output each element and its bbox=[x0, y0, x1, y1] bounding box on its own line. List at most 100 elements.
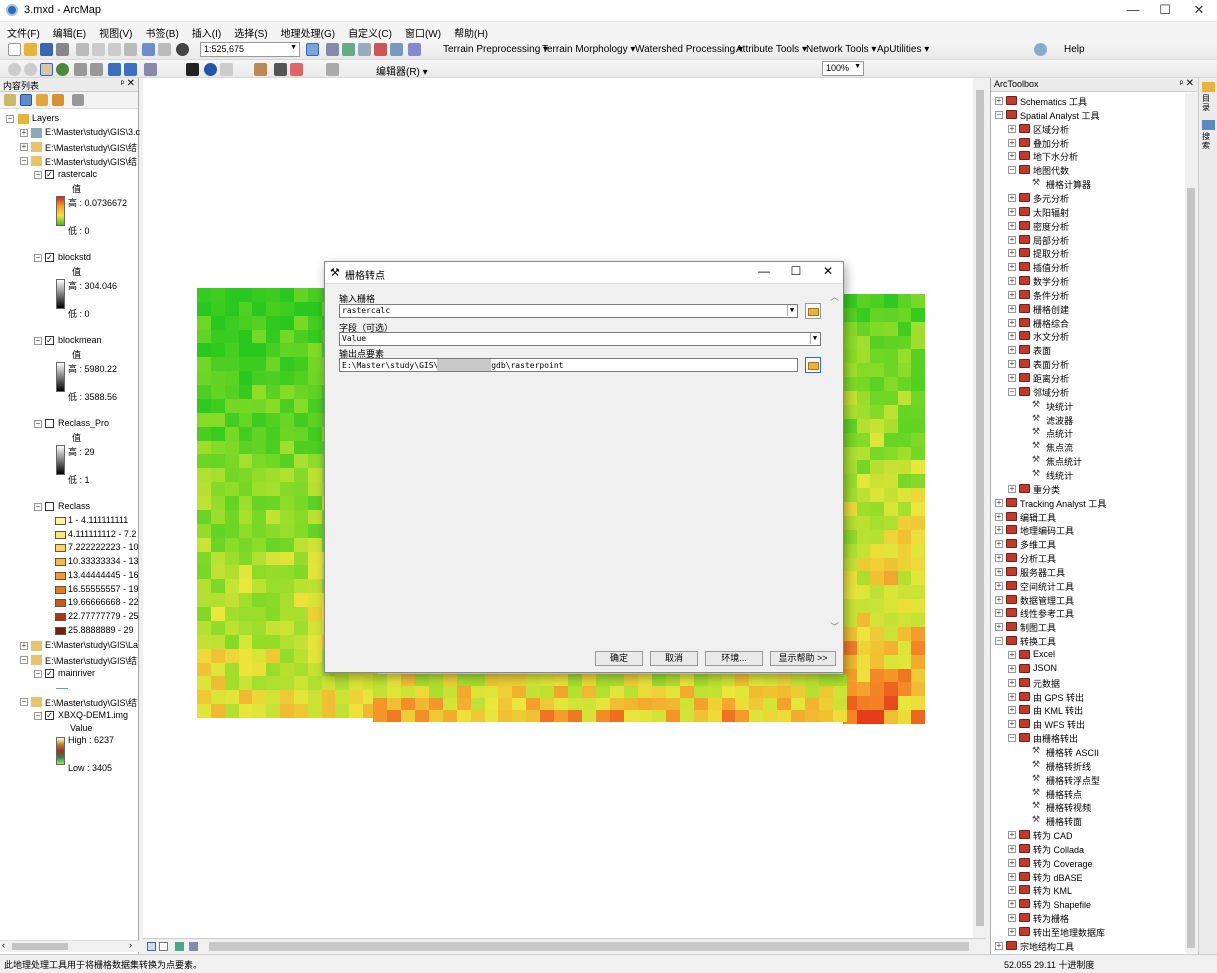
expand-icon[interactable]: + bbox=[1008, 692, 1016, 701]
measure-icon[interactable] bbox=[254, 63, 267, 76]
expand-icon[interactable]: + bbox=[1008, 844, 1016, 853]
expand-icon[interactable]: + bbox=[995, 941, 1003, 950]
collapse-icon[interactable]: − bbox=[1008, 166, 1016, 175]
expand-icon[interactable]: + bbox=[1008, 318, 1016, 327]
expand-icon[interactable]: + bbox=[1008, 263, 1016, 272]
collapse-icon[interactable]: − bbox=[6, 115, 14, 123]
expand-icon[interactable]: + bbox=[1008, 124, 1016, 133]
expand-icon[interactable]: + bbox=[1008, 831, 1016, 840]
expand-icon[interactable]: + bbox=[1008, 886, 1016, 895]
collapse-icon[interactable]: − bbox=[34, 712, 42, 720]
expand-icon[interactable]: + bbox=[995, 595, 1003, 604]
expand-icon[interactable]: + bbox=[1008, 249, 1016, 258]
copy-icon[interactable] bbox=[92, 43, 105, 56]
menu-item-0[interactable]: 文件(F) bbox=[0, 22, 46, 40]
collapse-icon[interactable]: − bbox=[34, 420, 42, 428]
pin-icon[interactable]: ᵖ bbox=[121, 78, 124, 88]
expand-icon[interactable]: + bbox=[1008, 193, 1016, 202]
pan-hand-icon[interactable] bbox=[40, 63, 53, 76]
collapse-icon[interactable]: − bbox=[20, 698, 28, 706]
toc-close-icon[interactable]: ✕ bbox=[127, 78, 135, 89]
fixed-zoom-out-icon[interactable] bbox=[90, 63, 103, 76]
pin-icon[interactable]: ᵖ bbox=[1180, 78, 1183, 88]
layer-visibility-checkbox[interactable]: ✓ bbox=[45, 669, 54, 678]
scroll-right-icon[interactable]: › bbox=[129, 940, 132, 950]
extension-toolbar-menu-1[interactable]: Terrain Morphology ▾ bbox=[542, 44, 635, 55]
collapse-icon[interactable]: − bbox=[34, 503, 42, 511]
identify-icon[interactable] bbox=[204, 63, 217, 76]
collapse-icon[interactable]: − bbox=[1008, 387, 1016, 396]
menu-item-3[interactable]: 书签(B) bbox=[138, 22, 184, 40]
layer-visibility-checkbox[interactable]: ✓ bbox=[45, 170, 54, 179]
scroll-thumb[interactable] bbox=[1187, 188, 1195, 948]
expand-icon[interactable]: + bbox=[995, 498, 1003, 507]
chevron-down-icon[interactable]: ▼ bbox=[787, 305, 796, 316]
expand-icon[interactable]: + bbox=[1008, 332, 1016, 341]
layout-zoom-combo[interactable]: 100% ▼ bbox=[822, 61, 864, 76]
expand-icon[interactable]: + bbox=[1008, 346, 1016, 355]
python-icon[interactable] bbox=[390, 43, 403, 56]
ok-button[interactable]: 确定 bbox=[595, 651, 643, 666]
extension-toolbar-menu-0[interactable]: Terrain Preprocessing ▾ bbox=[443, 44, 548, 55]
scroll-thumb[interactable] bbox=[12, 943, 68, 950]
layer-visibility-checkbox[interactable] bbox=[45, 502, 54, 511]
expand-icon[interactable]: + bbox=[1008, 304, 1016, 313]
expand-icon[interactable]: + bbox=[1008, 360, 1016, 369]
menu-item-8[interactable]: 窗口(W) bbox=[398, 22, 447, 40]
time-slider-icon[interactable] bbox=[326, 63, 339, 76]
dialog-minimize-button[interactable]: — bbox=[749, 264, 779, 278]
menu-item-5[interactable]: 选择(S) bbox=[227, 22, 273, 40]
dialog-scrollbar[interactable]: ︿ ﹀ bbox=[830, 290, 840, 632]
layer-visibility-checkbox[interactable]: ✓ bbox=[45, 253, 54, 262]
scroll-left-icon[interactable]: ‹ bbox=[2, 940, 5, 950]
menu-item-1[interactable]: 编辑(E) bbox=[46, 22, 92, 40]
delete-icon[interactable] bbox=[124, 43, 137, 56]
layer-visibility-checkbox[interactable]: ✓ bbox=[45, 711, 54, 720]
show-help-button[interactable]: 显示帮助 >> bbox=[770, 651, 836, 666]
catalog-tab[interactable]: 目录 bbox=[1202, 94, 1214, 112]
expand-icon[interactable]: + bbox=[995, 567, 1003, 576]
collapse-icon[interactable]: − bbox=[34, 337, 42, 345]
expand-icon[interactable]: + bbox=[1008, 928, 1016, 936]
zoom-in-icon[interactable] bbox=[8, 63, 21, 76]
expand-icon[interactable]: + bbox=[995, 554, 1003, 563]
collapse-icon[interactable]: − bbox=[34, 171, 42, 179]
forward-extent-icon[interactable] bbox=[124, 63, 137, 76]
extension-toolbar-menu-5[interactable]: ApUtilities ▾ bbox=[877, 44, 929, 55]
expand-icon[interactable]: + bbox=[1008, 374, 1016, 382]
search-window-icon[interactable] bbox=[358, 43, 371, 56]
expand-icon[interactable]: + bbox=[1008, 651, 1016, 659]
layout-view-icon[interactable] bbox=[159, 942, 168, 951]
expand-icon[interactable]: + bbox=[1008, 720, 1016, 729]
map-horizontal-scrollbar[interactable] bbox=[209, 942, 969, 951]
browse-output-folder-icon[interactable] bbox=[805, 357, 821, 373]
zoom-out-icon[interactable] bbox=[24, 63, 37, 76]
map-vertical-scrollbar[interactable] bbox=[974, 78, 986, 938]
back-extent-icon[interactable] bbox=[108, 63, 121, 76]
collapse-icon[interactable]: − bbox=[995, 110, 1003, 119]
expand-icon[interactable]: + bbox=[1008, 914, 1016, 923]
expand-icon[interactable]: + bbox=[1008, 706, 1016, 715]
output-features-field[interactable]: E:\Master\study\GIS\结课 题\3\3.gdb\rasterp… bbox=[339, 358, 798, 372]
catalog-icon[interactable] bbox=[342, 43, 355, 56]
collapse-icon[interactable]: − bbox=[995, 637, 1003, 646]
select-element-icon[interactable] bbox=[186, 63, 199, 76]
expand-icon[interactable]: + bbox=[995, 540, 1003, 549]
add-data-icon[interactable] bbox=[176, 43, 189, 56]
menu-item-6[interactable]: 地理处理(G) bbox=[274, 22, 341, 40]
arctoolbox-icon[interactable] bbox=[374, 43, 387, 56]
layer-visibility-checkbox[interactable] bbox=[45, 419, 54, 428]
table-icon[interactable] bbox=[326, 43, 339, 56]
scale-combo[interactable]: 1:525,675 ▼ bbox=[200, 42, 300, 57]
expand-icon[interactable]: + bbox=[1008, 484, 1016, 493]
modelbuilder-icon[interactable] bbox=[408, 43, 421, 56]
cut-icon[interactable] bbox=[76, 43, 89, 56]
editor-toolbar-icon[interactable] bbox=[306, 43, 319, 56]
help-menu[interactable]: Help bbox=[1064, 44, 1085, 55]
expand-icon[interactable]: + bbox=[1008, 152, 1016, 161]
select-features-icon[interactable] bbox=[144, 63, 157, 76]
editor-menu[interactable]: 编辑器(R) ▾ bbox=[376, 63, 428, 78]
menu-item-2[interactable]: 视图(V) bbox=[92, 22, 138, 40]
toc-horizontal-scrollbar[interactable]: ‹ › bbox=[0, 940, 139, 952]
globe-icon[interactable] bbox=[1034, 43, 1047, 56]
